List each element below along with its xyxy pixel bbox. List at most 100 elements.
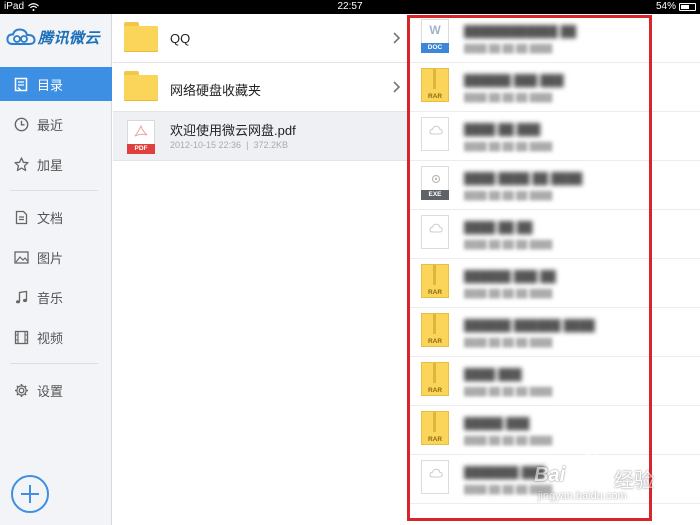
blurred-file-meta: ████ ██ ██ ██ ████: [464, 387, 553, 396]
file-type-badge: RAR: [427, 387, 443, 394]
watermark-brand: Bai: [534, 464, 566, 486]
paw-icon: [576, 453, 607, 484]
watermark-brand-cn: 经验: [614, 470, 654, 492]
blurred-file-meta: ████ ██ ██ ██ ████: [464, 44, 553, 53]
file-row-folder[interactable]: 网络硬盘收藏夹: [113, 63, 407, 112]
word-glyph: W: [429, 23, 441, 37]
watermark-url: jingyan.baidu.com: [538, 490, 627, 502]
file-type-badge: RAR: [427, 338, 443, 345]
blurred-file-meta: ████ ██ ██ ██ ████: [464, 93, 553, 102]
sidebar: 腾讯微云 目录 最近 加星 文档 图片 音乐 视频 设置: [0, 14, 112, 525]
list-item[interactable]: W DOC ████████████ ██ ████ ██ ██ ██ ████: [408, 14, 700, 63]
sidebar-divider: [10, 190, 98, 191]
file-type-badge: RAR: [427, 289, 443, 296]
sidebar-item-images[interactable]: 图片: [0, 240, 112, 274]
blurred-file-name: █████ ███: [464, 418, 530, 430]
file-date: 2012-10-15 22:36: [170, 140, 242, 150]
blurred-file-name: ████ ██ ██: [464, 222, 533, 234]
file-type-badge: RAR: [427, 93, 443, 100]
sidebar-item-music[interactable]: 音乐: [0, 280, 112, 314]
file-meta: 2012-10-15 22:36 | 372.2KB: [170, 140, 288, 150]
file-name: 欢迎使用微云网盘.pdf: [170, 123, 296, 138]
list-item[interactable]: ████ ██ ██ ████ ██ ██ ██ ████: [408, 210, 700, 259]
cloud-file-icon: [421, 117, 449, 151]
rar-file-icon: RAR: [421, 68, 449, 102]
file-list-secondary: W DOC ████████████ ██ ████ ██ ██ ██ ████ …: [408, 14, 700, 525]
sidebar-item-label: 最近: [37, 117, 64, 133]
file-row-folder[interactable]: QQ: [113, 14, 407, 63]
blurred-file-meta: ████ ██ ██ ██ ████: [464, 289, 553, 298]
sidebar-item-documents[interactable]: 文档: [0, 200, 112, 234]
sidebar-item-label: 视频: [37, 330, 64, 346]
file-name: QQ: [170, 31, 191, 46]
list-item[interactable]: RAR ██████ ███ ██ ████ ██ ██ ██ ████: [408, 259, 700, 308]
blurred-file-name: ███████ ███: [464, 467, 545, 479]
list-item[interactable]: ████ ██ ███ ████ ██ ██ ██ ████: [408, 112, 700, 161]
gear-icon: [13, 382, 29, 398]
list-item[interactable]: RAR ██████ ███ ███ ████ ██ ██ ██ ████: [408, 63, 700, 112]
blurred-file-meta: ████ ██ ██ ██ ████: [464, 240, 553, 249]
battery-icon: [679, 3, 696, 11]
sidebar-item-video[interactable]: 视频: [0, 320, 112, 354]
blurred-file-meta: ████ ██ ██ ██ ████: [464, 436, 553, 445]
clock-icon: [13, 116, 29, 132]
sidebar-item-starred[interactable]: 加星: [0, 147, 112, 181]
sidebar-item-label: 目录: [37, 77, 64, 93]
cloud-logo-icon: [6, 28, 36, 45]
blurred-file-name: ██████ ██████ ████: [464, 320, 595, 332]
list-item[interactable]: RAR ██████ ██████ ████ ████ ██ ██ ██ ███…: [408, 308, 700, 357]
list-item[interactable]: RAR █████ ███ ████ ██ ██ ██ ████: [408, 406, 700, 455]
rar-file-icon: RAR: [421, 362, 449, 396]
sidebar-item-label: 文档: [37, 210, 64, 226]
file-type-badge: DOC: [421, 43, 449, 53]
list-item[interactable]: RAR ████ ███ ████ ██ ██ ██ ████: [408, 357, 700, 406]
blurred-file-name: ████ ████ ██ ████: [464, 173, 583, 185]
sidebar-item-label: 音乐: [37, 290, 64, 306]
cloud-file-icon: [421, 215, 449, 249]
status-bar: iPad 22:57 54%: [0, 0, 700, 14]
meta-separator: |: [246, 140, 249, 150]
pdf-file-icon: PDF: [124, 120, 160, 154]
add-button[interactable]: [11, 475, 49, 513]
blurred-file-meta: ████ ██ ██ ██ ████: [464, 142, 553, 151]
blurred-file-name: ██████ ███ ██: [464, 271, 556, 283]
app-logo: 腾讯微云: [6, 26, 100, 48]
rar-file-icon: RAR: [421, 411, 449, 445]
sidebar-item-label: 加星: [37, 157, 64, 173]
sidebar-item-recent[interactable]: 最近: [0, 107, 112, 141]
battery-percentage: 54%: [655, 1, 676, 12]
directory-icon: [13, 76, 29, 92]
folder-icon: [124, 22, 160, 56]
blurred-file-name: ████ ███: [464, 369, 522, 381]
sidebar-item-settings[interactable]: 设置: [0, 373, 112, 407]
list-item[interactable]: EXE ████ ████ ██ ████ ████ ██ ██ ██ ████: [408, 161, 700, 210]
sidebar-item-label: 图片: [37, 250, 64, 266]
file-type-badge: RAR: [427, 436, 443, 443]
chevron-right-icon: [393, 81, 401, 93]
blurred-file-name: ████ ██ ███: [464, 124, 541, 136]
image-icon: [13, 249, 29, 265]
watermark: Bai 经验 jingyan.baidu.com: [534, 452, 684, 512]
sidebar-divider: [10, 363, 98, 364]
sidebar-item-label: 设置: [37, 383, 64, 399]
file-list: QQ 网络硬盘收藏夹 PDF 欢迎使用微云网盘.pdf 2012-10-15 2…: [113, 14, 407, 525]
chevron-right-icon: [393, 32, 401, 44]
file-type-badge: EXE: [421, 190, 449, 200]
acrobat-glyph-icon: [134, 125, 148, 137]
blurred-file-name: ████████████ ██: [464, 26, 577, 38]
logo-text: 腾讯微云: [38, 29, 101, 47]
file-row-pdf[interactable]: PDF 欢迎使用微云网盘.pdf 2012-10-15 22:36 | 372.…: [113, 112, 407, 161]
rar-file-icon: RAR: [421, 313, 449, 347]
blurred-file-meta: ████ ██ ██ ██ ████: [464, 338, 553, 347]
blurred-file-name: ██████ ███ ███: [464, 75, 564, 87]
music-icon: [13, 289, 29, 305]
sidebar-item-directory[interactable]: 目录: [0, 67, 112, 101]
document-icon: [13, 209, 29, 225]
blurred-file-meta: ████ ██ ██ ██ ████: [464, 191, 553, 200]
cloud-file-icon: [421, 460, 449, 494]
exe-file-icon: EXE: [421, 166, 449, 200]
clock-time: 22:57: [337, 1, 363, 12]
folder-icon: [124, 71, 160, 105]
doc-file-icon: W DOC: [421, 19, 449, 53]
file-size: 372.2KB: [253, 140, 288, 150]
